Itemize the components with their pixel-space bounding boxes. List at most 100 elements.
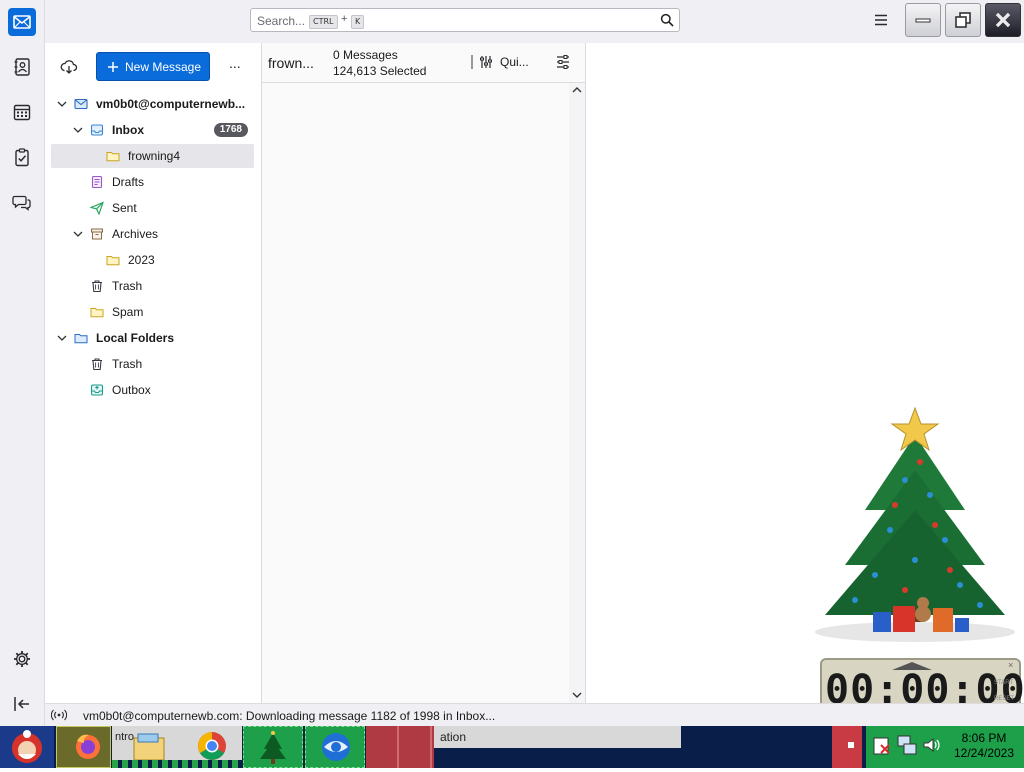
calendar-space-button[interactable]: [8, 98, 36, 126]
new-message-label: New Message: [125, 59, 202, 74]
santa-start-icon: [12, 730, 42, 763]
restore-button[interactable]: [945, 3, 981, 37]
folder-label: vm0b0t@computernewb...: [96, 97, 246, 111]
thread-list[interactable]: [262, 83, 569, 703]
settings-space-button[interactable]: [8, 645, 36, 673]
thread-pane: frown... 0 Messages 124,613 Selected Qui…: [262, 43, 586, 703]
taskbar-task2-label: ation: [440, 730, 467, 744]
taskbar-active-window[interactable]: ation: [434, 726, 681, 748]
taskbar-tree-app[interactable]: [243, 726, 303, 768]
hamburger-menu-icon: [875, 14, 887, 26]
restore-icon: [955, 12, 971, 28]
folder-label: Local Folders: [96, 331, 175, 345]
tray-red-block: [832, 726, 862, 768]
taskbar-firefox[interactable]: [56, 726, 111, 768]
timer-reset-button[interactable]: RESET: [994, 696, 1014, 702]
volume-icon[interactable]: [922, 736, 940, 754]
search-icon[interactable]: [660, 13, 674, 27]
filter-sliders-icon: [480, 56, 492, 68]
taskbar-clock[interactable]: 8:06 PM 12/24/2023: [944, 726, 1024, 768]
christmas-tree-gadget: [795, 400, 1020, 650]
tray-alert-icon[interactable]: [872, 736, 892, 756]
trash-icon: [92, 358, 102, 371]
spaces-toolbar: [0, 0, 45, 726]
tasks-space-button[interactable]: [8, 143, 36, 171]
shortcut-plus: +: [341, 13, 348, 25]
folder-label: Spam: [112, 305, 144, 319]
new-message-button[interactable]: New Message: [96, 52, 210, 81]
taskbar: ntro ation 8:06 PM 12/24/2023: [0, 726, 1024, 768]
folder-drafts[interactable]: Drafts: [51, 170, 254, 194]
folder-label: Drafts: [112, 175, 145, 189]
taskbar-chrome[interactable]: [190, 726, 240, 768]
chevron-down-icon[interactable]: [56, 332, 68, 344]
start-button[interactable]: [0, 726, 54, 768]
folder-icon: [90, 308, 104, 318]
online-status-icon[interactable]: [51, 709, 67, 721]
mail-space-button[interactable]: [8, 8, 36, 36]
folder-label: frowning4: [128, 149, 181, 163]
chevron-down-icon[interactable]: [56, 98, 68, 110]
chevron-down-icon[interactable]: [72, 228, 84, 240]
plus-icon: [108, 61, 118, 72]
folder-pane-more-button[interactable]: ...: [229, 56, 245, 76]
folder-pane: New Message ... vm0b0t@computernewb... I…: [45, 43, 262, 703]
list-options-icon: [557, 55, 569, 69]
folder-label: Trash: [112, 357, 143, 371]
trash-icon: [92, 280, 102, 293]
collapse-spaces-button[interactable]: [8, 690, 36, 718]
folder-label: Outbox: [112, 383, 151, 397]
scroll-down-icon[interactable]: [572, 691, 582, 699]
message-count: 0 Messages: [333, 48, 398, 62]
chat-space-button[interactable]: [8, 188, 36, 216]
network-icon[interactable]: [896, 734, 918, 756]
unread-count-badge: 1768: [213, 123, 248, 137]
folder-label: Inbox: [112, 123, 144, 137]
folder-sent[interactable]: Sent: [51, 196, 254, 220]
cloud-download-icon: [60, 60, 78, 74]
address-book-space-button[interactable]: [8, 53, 36, 81]
folder-2023[interactable]: 2023: [51, 248, 254, 272]
selected-count: 124,613 Selected: [333, 64, 427, 78]
christmas-tree-image: [815, 406, 1015, 642]
outbox-icon: [90, 384, 104, 396]
collapse-left-icon: [14, 697, 29, 711]
local-folders-icon: [74, 334, 88, 344]
timer-start-button[interactable]: START: [994, 680, 1013, 686]
close-button[interactable]: [985, 3, 1021, 37]
tasks-icon: [15, 148, 29, 167]
folder-account[interactable]: vm0b0t@computernewb...: [51, 92, 254, 116]
taskbar-thunderbird[interactable]: [305, 726, 365, 768]
chevron-down-icon[interactable]: [72, 124, 84, 136]
global-search-box[interactable]: Search... CTRL + K: [250, 8, 680, 32]
get-messages-button[interactable]: [59, 57, 79, 77]
folder-frowning4[interactable]: frowning4: [51, 144, 254, 168]
chat-icon: [12, 195, 31, 211]
quick-filter-button[interactable]: Qui...: [479, 53, 537, 71]
taskbar-task-red[interactable]: [366, 726, 434, 768]
thread-list-scrollbar[interactable]: [569, 83, 585, 703]
minimize-button[interactable]: [905, 3, 941, 37]
folder-local-folders[interactable]: Local Folders: [51, 326, 254, 350]
thread-pane-header: frown... 0 Messages 124,613 Selected Qui…: [262, 43, 585, 83]
scroll-up-icon[interactable]: [572, 86, 582, 94]
folder-label: Trash: [112, 279, 143, 293]
status-bar: vm0b0t@computernewb.com: Downloading mes…: [45, 703, 1024, 727]
folder-archives[interactable]: Archives: [51, 222, 254, 246]
folder-trash[interactable]: Trash: [51, 274, 254, 298]
folder-label: 2023: [128, 253, 155, 267]
firefox-icon: [76, 734, 100, 759]
tray-white-dot: [848, 742, 854, 748]
clock-time: 8:06 PM: [961, 731, 1007, 745]
close-icon: [995, 12, 1011, 28]
folder-outbox[interactable]: Outbox: [51, 378, 254, 402]
folder-spam[interactable]: Spam: [51, 300, 254, 324]
folder-local-trash[interactable]: Trash: [51, 352, 254, 376]
shortcut-k-key: K: [351, 15, 365, 29]
archive-icon: [91, 228, 103, 240]
folder-icon: [106, 256, 120, 266]
folder-inbox[interactable]: Inbox 1768: [51, 118, 254, 142]
timer-close-icon[interactable]: ×: [1008, 660, 1013, 670]
app-menu-button[interactable]: [872, 12, 890, 28]
display-options-button[interactable]: [555, 54, 571, 70]
